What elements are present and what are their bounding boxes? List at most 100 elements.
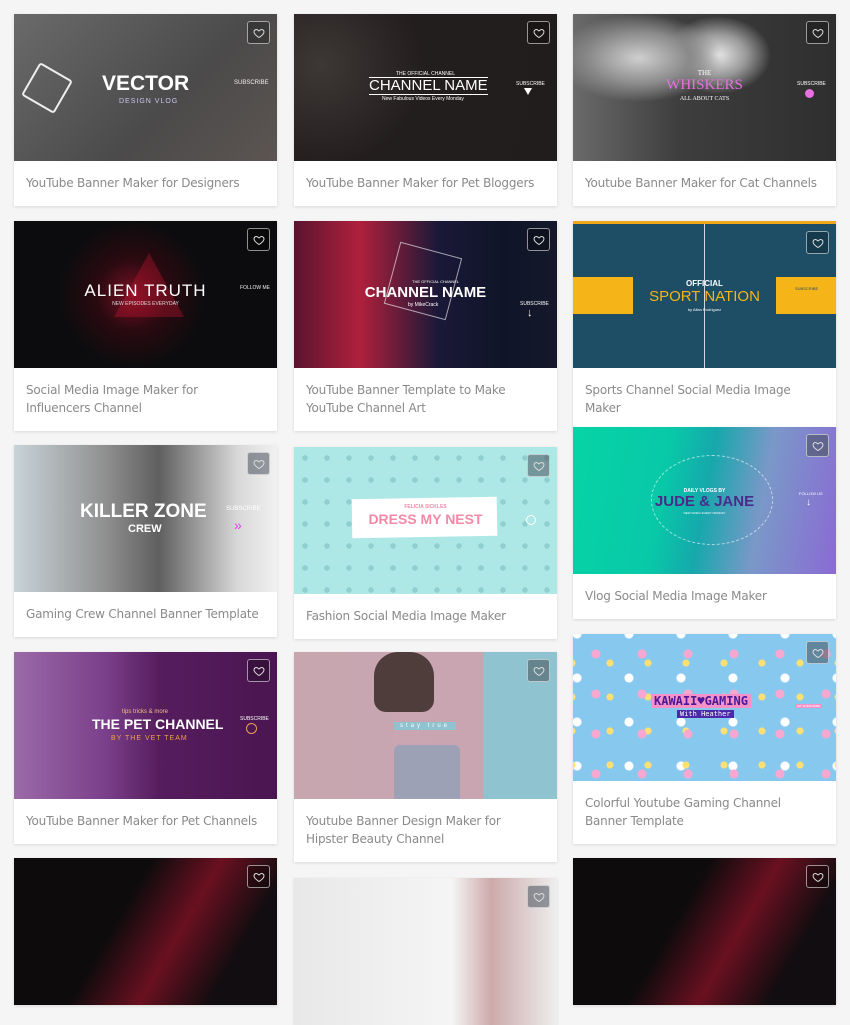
template-thumbnail[interactable]: tips tricks & more THE PET CHANNEL BY TH…	[14, 652, 277, 799]
favorite-button[interactable]	[527, 21, 550, 44]
banner-kicker: THE	[697, 69, 712, 77]
template-title[interactable]: Social Media Image Maker for Influencers…	[14, 368, 277, 431]
banner-headline: VECTOR	[102, 72, 190, 95]
template-title[interactable]: Youtube Banner Maker for Cat Channels	[573, 161, 836, 206]
arrow-down-icon: ↓	[806, 497, 811, 508]
banner-headline: DRESS MY NEST	[368, 511, 483, 527]
heart-outline-icon	[533, 460, 545, 472]
banner-headline: JUDE & JANE	[654, 493, 755, 510]
banner-cta: SUBSCRIBE	[520, 301, 549, 307]
banner-subtitle: by MikeCrack	[408, 302, 439, 308]
favorite-button[interactable]	[247, 228, 270, 251]
template-thumbnail[interactable]: VECTOR DESIGN VLOG SUBSCRIBE	[14, 14, 277, 161]
favorite-button[interactable]	[527, 228, 550, 251]
template-card[interactable]: FELICIA SICKLES DRESS MY NEST Fashion So…	[294, 447, 557, 639]
banner-subtitle: With Heather	[677, 710, 734, 718]
banner-subtitle: by Allan Rodriguez	[687, 307, 722, 312]
template-card[interactable]: VECTOR DESIGN VLOG SUBSCRIBE YouTube Ban…	[14, 14, 277, 206]
template-title[interactable]: Vlog Social Media Image Maker	[573, 574, 836, 619]
favorite-button[interactable]	[806, 641, 829, 664]
heart-outline-icon	[253, 871, 265, 883]
heart-outline-icon	[812, 871, 824, 883]
template-thumbnail[interactable]	[294, 878, 557, 1025]
heart-outline-icon	[533, 665, 545, 677]
template-card[interactable]: ALIEN TRUTH NEW EPISODES EVERYDAY FOLLOW…	[14, 221, 277, 431]
subscribe-circle-icon	[805, 89, 814, 98]
banner-headline: CHANNEL NAME	[364, 284, 487, 301]
banner-cta: SUBSCRIBE	[795, 286, 819, 291]
template-card[interactable]: stay true Youtube Banner Design Maker fo…	[294, 652, 557, 862]
heart-outline-icon	[812, 27, 824, 39]
banner-subtitle: CREW	[128, 523, 162, 535]
banner-headline: CHANNEL NAME	[369, 77, 488, 95]
template-title[interactable]: Colorful Youtube Gaming Channel Banner T…	[573, 781, 836, 844]
download-circle-icon	[246, 723, 257, 734]
banner-cta: SUBSCRIBE	[240, 716, 269, 722]
template-card[interactable]: KILLER ZONE CREW SUBSCRIBE » Gaming Crew…	[14, 445, 277, 637]
favorite-button[interactable]	[527, 885, 550, 908]
favorite-button[interactable]	[527, 454, 550, 477]
banner-headline: stay true	[394, 722, 457, 730]
banner-subtitle: BY THE VET TEAM	[111, 735, 188, 742]
template-thumbnail[interactable]: THE OFFICIAL CHANNEL CHANNEL NAME New Fa…	[294, 14, 557, 161]
portrait-overalls	[394, 745, 460, 799]
template-card[interactable]: KAWAII♥GAMING With Heather HIT SUBSCRIBE…	[573, 634, 836, 844]
template-card[interactable]: THE OFFICIAL CHANNEL CHANNEL NAME New Fa…	[294, 14, 557, 206]
template-card[interactable]	[573, 858, 836, 1005]
banner-kicker: FELICIA SICKLES	[404, 504, 447, 510]
favorite-button[interactable]	[806, 231, 829, 254]
favorite-button[interactable]	[806, 434, 829, 457]
heart-outline-icon	[253, 458, 265, 470]
favorite-button[interactable]	[247, 452, 270, 475]
template-thumbnail[interactable]: OFFICIAL SPORT NATION by Allan Rodriguez…	[573, 221, 836, 368]
template-thumbnail[interactable]: KAWAII♥GAMING With Heather HIT SUBSCRIBE	[573, 634, 836, 781]
heart-outline-icon	[533, 891, 545, 903]
download-circle-icon	[526, 515, 536, 525]
template-title[interactable]: YouTube Banner Maker for Pet Channels	[14, 799, 277, 844]
banner-subtitle: NEW EPISODES EVERYDAY	[112, 301, 179, 307]
template-thumbnail[interactable]: stay true	[294, 652, 557, 799]
banner-cta: SUBSCRIBE	[234, 80, 269, 86]
banner-subtitle: ALL ABOUT CATS	[679, 96, 730, 102]
banner-cta: FOLLOW US	[799, 491, 823, 496]
template-title[interactable]: YouTube Banner Maker for Pet Bloggers	[294, 161, 557, 206]
heart-outline-icon	[533, 234, 545, 246]
template-thumbnail[interactable]: DAILY VLOGS BY JUDE & JANE NEW VIDEO EVE…	[573, 427, 836, 574]
banner-cta: FOLLOW ME	[240, 285, 271, 291]
template-thumbnail[interactable]: FELICIA SICKLES DRESS MY NEST	[294, 447, 557, 594]
banner-cta: SUBSCRIBE	[516, 81, 545, 87]
template-thumbnail[interactable]: ALIEN TRUTH NEW EPISODES EVERYDAY FOLLOW…	[14, 221, 277, 368]
favorite-button[interactable]	[806, 21, 829, 44]
template-title[interactable]: Gaming Crew Channel Banner Template	[14, 592, 277, 637]
template-card[interactable]: THE WHISKERS ALL ABOUT CATS SUBSCRIBE Yo…	[573, 14, 836, 206]
template-card[interactable]: tips tricks & more THE PET CHANNEL BY TH…	[14, 652, 277, 844]
heart-outline-icon	[253, 234, 265, 246]
template-card[interactable]: OFFICIAL SPORT NATION by Allan Rodriguez…	[573, 221, 836, 431]
heart-outline-icon	[253, 27, 265, 39]
banner-headline: THE PET CHANNEL	[92, 716, 224, 732]
banner-headline: ALIEN TRUTH	[84, 281, 207, 300]
template-thumbnail[interactable]: KILLER ZONE CREW SUBSCRIBE »	[14, 445, 277, 592]
favorite-button[interactable]	[247, 659, 270, 682]
favorite-button[interactable]	[247, 21, 270, 44]
arrow-down-icon: ↓	[527, 307, 533, 319]
chevron-double-down-icon: »	[234, 517, 242, 533]
template-title[interactable]: Sports Channel Social Media Image Maker	[573, 368, 836, 431]
favorite-button[interactable]	[247, 865, 270, 888]
template-thumbnail[interactable]: THE OFFICIAL CHANNEL CHANNEL NAME by Mik…	[294, 221, 557, 368]
template-thumbnail[interactable]	[573, 858, 836, 1005]
template-title[interactable]: Youtube Banner Design Maker for Hipster …	[294, 799, 557, 862]
template-card[interactable]: DAILY VLOGS BY JUDE & JANE NEW VIDEO EVE…	[573, 427, 836, 619]
banner-headline: KAWAII♥GAMING	[651, 694, 751, 708]
template-card[interactable]: THE OFFICIAL CHANNEL CHANNEL NAME by Mik…	[294, 221, 557, 431]
favorite-button[interactable]	[806, 865, 829, 888]
favorite-button[interactable]	[527, 659, 550, 682]
template-thumbnail[interactable]: THE WHISKERS ALL ABOUT CATS SUBSCRIBE	[573, 14, 836, 161]
template-title[interactable]: Fashion Social Media Image Maker	[294, 594, 557, 639]
template-title[interactable]: YouTube Banner Template to Make YouTube …	[294, 368, 557, 431]
template-thumbnail[interactable]	[14, 858, 277, 1005]
template-card[interactable]	[14, 858, 277, 1005]
template-title[interactable]: YouTube Banner Maker for Designers	[14, 161, 277, 206]
template-card[interactable]	[294, 878, 557, 1025]
banner-cta: SUBSCRIBE	[226, 506, 261, 512]
